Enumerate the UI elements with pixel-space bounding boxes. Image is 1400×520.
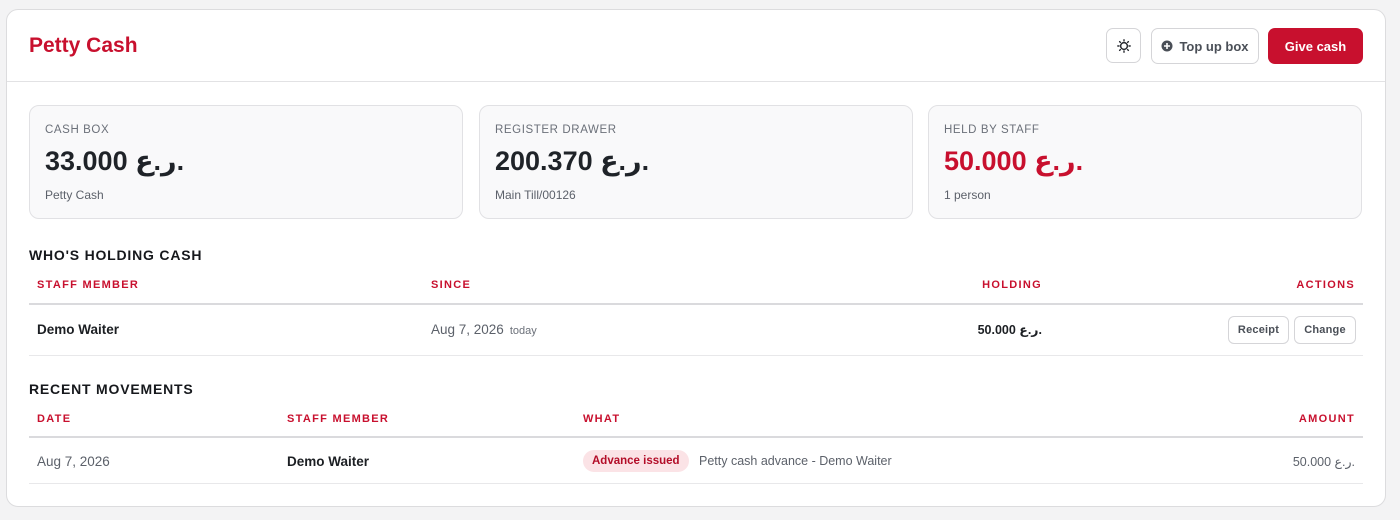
row-divider [29,355,1363,356]
petty-cash-card: Petty Cash Top up box Give cash CASH BOX… [6,9,1386,507]
table-header-divider [29,303,1363,305]
movement-description: Petty cash advance - Demo Waiter [699,454,892,468]
theme-toggle-button[interactable] [1106,28,1141,63]
stat-value: 200.370 ر.ع. [495,146,650,176]
top-up-box-button[interactable]: Top up box [1151,28,1259,64]
sun-icon [1116,38,1131,53]
stat-subtitle: 1 person [944,188,991,202]
stat-label: HELD BY STAFF [944,124,1040,136]
column-header-since: SINCE [431,279,472,291]
stat-value: 50.000 ر.ع. [944,146,1084,176]
since-note: today [509,325,537,337]
stat-subtitle: Petty Cash [45,188,104,202]
column-header-staff: STAFF MEMBER [287,413,390,425]
holding-section-title: WHO'S HOLDING CASH [29,247,203,263]
status-badge: Advance issued [583,450,689,472]
stat-label: REGISTER DRAWER [495,124,617,136]
movements-section-title: RECENT MOVEMENTS [29,381,194,397]
since-date-text: Aug 7, 2026 [431,322,504,337]
column-header-what: WHAT [583,413,621,425]
column-header-holding: HOLDING [982,279,1042,291]
stat-card-cash-box: CASH BOX 33.000 ر.ع. Petty Cash [29,105,463,219]
since-date: Aug 7, 2026 today [431,322,537,337]
stat-subtitle: Main Till/00126 [495,188,576,202]
give-cash-button[interactable]: Give cash [1268,28,1363,64]
top-up-box-label: Top up box [1179,38,1249,54]
row-divider [29,483,1363,484]
column-header-amount: AMOUNT [1298,413,1355,425]
stat-label: CASH BOX [45,124,110,136]
plus-circle-icon [1161,40,1173,52]
column-header-actions: ACTIONS [1296,279,1355,291]
column-header-staff: STAFF MEMBER [37,279,140,291]
stat-card-register-drawer: REGISTER DRAWER 200.370 ر.ع. Main Till/0… [479,105,913,219]
change-button[interactable]: Change [1294,316,1356,344]
column-header-date: DATE [37,413,72,425]
holder-name: Demo Waiter [37,322,120,337]
holding-amount: 50.000 ر.ع. [977,323,1042,337]
movement-staff: Demo Waiter [287,454,370,469]
page-header: Petty Cash Top up box Give cash [7,10,1385,82]
page-title: Petty Cash [29,34,138,57]
movement-amount: 50.000 ر.ع. [1292,455,1355,469]
receipt-button[interactable]: Receipt [1228,316,1289,344]
movement-date: Aug 7, 2026 [37,454,110,469]
stat-value: 33.000 ر.ع. [45,146,185,176]
stat-card-held-by-staff: HELD BY STAFF 50.000 ر.ع. 1 person [928,105,1362,219]
table-header-divider [29,436,1363,438]
